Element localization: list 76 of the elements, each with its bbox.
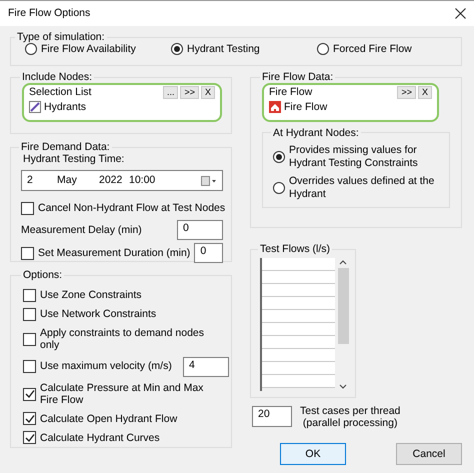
- grid-cell[interactable]: [262, 348, 335, 362]
- fire-icon: [269, 100, 281, 113]
- checkbox[interactable]: [23, 289, 36, 302]
- radio-button[interactable]: [273, 182, 285, 194]
- list-item[interactable]: Hydrants: [44, 100, 86, 114]
- small-button[interactable]: X: [418, 86, 432, 98]
- calendar-dropdown-icon[interactable]: [201, 176, 217, 186]
- scroll-up-icon[interactable]: [339, 260, 347, 264]
- ok-button[interactable]: OK: [280, 443, 346, 466]
- group-label: At Hydrant Nodes:: [272, 128, 360, 138]
- checkbox[interactable]: [23, 360, 36, 374]
- checkbox-label[interactable]: Calculate Hydrant Curves: [40, 432, 160, 444]
- hydrant-icon: [29, 100, 41, 113]
- grid-cell[interactable]: [262, 336, 335, 348]
- date-part: 2022: [99, 174, 124, 187]
- number-field[interactable]: 0: [177, 220, 223, 240]
- group-label: Include Nodes:: [21, 72, 94, 82]
- radio-label[interactable]: Provides missing values for Hydrant Testing Constraints: [289, 144, 439, 170]
- checkbox[interactable]: [23, 412, 36, 426]
- radio-button[interactable]: [273, 150, 285, 163]
- grid-cell[interactable]: [262, 284, 335, 296]
- checkbox-label[interactable]: Calculate Pressure at Min and Max Fire Flow: [40, 382, 205, 407]
- checkbox-label[interactable]: Use maximum velocity (m/s): [40, 360, 172, 373]
- cancel-button[interactable]: Cancel: [396, 443, 462, 466]
- small-button[interactable]: X: [200, 86, 215, 98]
- radio-label[interactable]: Fire Flow Availability: [41, 42, 136, 56]
- grid-cell[interactable]: [262, 362, 335, 374]
- checkbox[interactable]: [23, 332, 36, 346]
- number-field[interactable]: 20: [252, 406, 292, 427]
- date-part: 10:00: [129, 174, 156, 187]
- date-part: 2: [27, 174, 34, 187]
- radio-label[interactable]: Hydrant Testing: [187, 42, 260, 56]
- list-item[interactable]: Fire Flow: [284, 100, 328, 114]
- grid-cell[interactable]: [262, 322, 335, 336]
- grid-cell[interactable]: [262, 310, 335, 322]
- checkbox[interactable]: [23, 388, 36, 401]
- grid-cell[interactable]: [262, 270, 335, 284]
- group-label: Type of simulation:: [16, 32, 106, 42]
- checkbox-label[interactable]: Use Zone Constraints: [40, 289, 142, 302]
- checkbox[interactable]: [23, 308, 36, 321]
- group-label: Options:: [22, 270, 64, 280]
- small-button[interactable]: >>: [397, 86, 416, 98]
- field-label: Measurement Delay (min): [21, 224, 142, 236]
- checkbox-label[interactable]: Set Measurement Duration (min): [38, 246, 190, 260]
- radio-button[interactable]: [317, 42, 329, 55]
- window-title: Fire Flow Options: [8, 7, 90, 20]
- checkbox[interactable]: [21, 246, 34, 260]
- field-label: Test cases per thread (parallel processing): [300, 406, 400, 430]
- checkbox-label[interactable]: Calculate Open Hydrant Flow: [40, 412, 178, 426]
- scroll-thumb[interactable]: [338, 268, 348, 344]
- group-label: Fire Demand Data:: [20, 142, 111, 152]
- grid-cell[interactable]: [262, 296, 335, 310]
- small-button[interactable]: ...: [162, 86, 178, 98]
- number-field[interactable]: 4: [183, 356, 229, 377]
- small-button[interactable]: >>: [180, 86, 199, 98]
- date-time-picker[interactable]: 2 May 2022 10:00: [21, 170, 223, 192]
- list-title: Fire Flow: [269, 86, 312, 98]
- scroll-down-icon[interactable]: [339, 384, 347, 388]
- field-label: Hydrant Testing Time:: [23, 152, 126, 166]
- radio-label[interactable]: Overrides values defined at the Hydrant: [289, 175, 439, 200]
- date-part: May: [57, 174, 78, 187]
- checkbox[interactable]: [21, 202, 34, 215]
- checkbox-label[interactable]: Cancel Non-Hydrant Flow at Test Nodes: [38, 202, 226, 214]
- number-field[interactable]: 0: [194, 243, 223, 264]
- group-label: Fire Flow Data:: [261, 72, 334, 82]
- checkbox[interactable]: [23, 431, 36, 444]
- group-label: Test Flows (l/s): [259, 244, 332, 254]
- radio-button[interactable]: [25, 42, 37, 55]
- grid-cell[interactable]: [262, 258, 335, 270]
- checkbox-label[interactable]: Use Network Constraints: [40, 308, 156, 321]
- radio-button[interactable]: [171, 42, 183, 55]
- checkbox-label[interactable]: Apply constraints to demand nodes only: [40, 326, 205, 352]
- close-icon[interactable]: [455, 8, 466, 19]
- list-title: Selection List: [29, 86, 92, 98]
- grid-cell[interactable]: [262, 374, 335, 388]
- radio-label[interactable]: Forced Fire Flow: [333, 42, 412, 56]
